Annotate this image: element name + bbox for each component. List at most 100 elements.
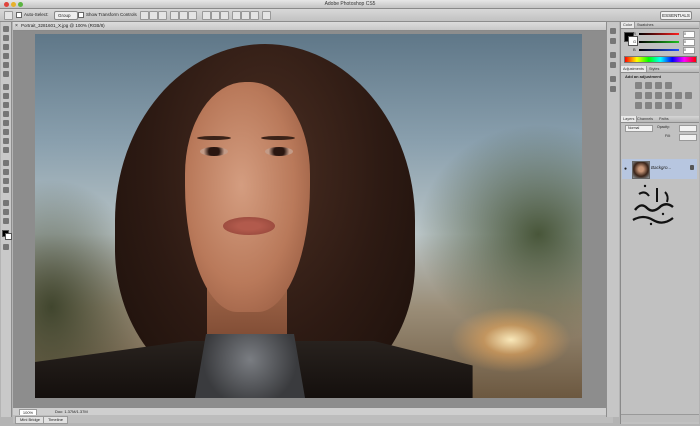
layer-lock-icon: [690, 165, 694, 170]
align-middle-icon[interactable]: [149, 11, 158, 20]
3d-rotate-tool-icon[interactable]: [3, 200, 9, 206]
distribute-bottom-icon[interactable]: [220, 11, 229, 20]
move-tool-preset-icon[interactable]: [4, 11, 13, 20]
shape-tool-icon[interactable]: [3, 187, 9, 193]
marquee-tool-icon[interactable]: [3, 35, 9, 41]
pen-tool-icon[interactable]: [3, 160, 9, 166]
auto-align-icon[interactable]: [262, 11, 271, 20]
document-tab-label: Portrait_3281601_X.jpg @ 100% (RGB/8): [21, 23, 105, 28]
channel-mixer-icon[interactable]: [685, 92, 692, 99]
tab-mini-bridge[interactable]: Mini Bridge: [15, 416, 46, 424]
green-channel-track[interactable]: [639, 41, 679, 43]
black-white-icon[interactable]: [665, 92, 672, 99]
fill-field[interactable]: [679, 134, 697, 141]
gradient-map-icon[interactable]: [665, 102, 672, 109]
blend-mode-dropdown[interactable]: Normal: [625, 125, 653, 132]
align-bottom-icon[interactable]: [158, 11, 167, 20]
brightness-contrast-icon[interactable]: [635, 82, 642, 89]
paragraph-panel-icon[interactable]: [610, 86, 616, 92]
red-channel-slider[interactable]: R 0: [633, 31, 695, 38]
character-panel-icon[interactable]: [610, 76, 616, 82]
tab-color[interactable]: Color: [621, 22, 636, 28]
visibility-eye-icon[interactable]: ●: [624, 166, 627, 172]
align-left-icon[interactable]: [170, 11, 179, 20]
adjustments-panel-header: Adjustments Styles: [621, 66, 699, 73]
distribute-center-icon[interactable]: [241, 11, 250, 20]
tab-channels[interactable]: Channels: [635, 116, 655, 122]
type-tool-icon[interactable]: [3, 169, 9, 175]
tab-adjustments[interactable]: Adjustments: [621, 66, 647, 72]
tab-swatches[interactable]: Swatches: [635, 22, 655, 28]
auto-select-dropdown[interactable]: Group: [54, 11, 78, 20]
tab-styles[interactable]: Styles: [647, 66, 661, 72]
clone-source-panel-icon[interactable]: [610, 62, 616, 68]
auto-select-checkbox[interactable]: Auto-Select:: [16, 12, 49, 18]
threshold-icon[interactable]: [655, 102, 662, 109]
blue-channel-label: B: [633, 47, 636, 52]
collapsed-panel-strip: [606, 22, 619, 417]
quick-mask-icon[interactable]: [3, 244, 9, 250]
clone-stamp-tool-icon[interactable]: [3, 102, 9, 108]
align-right-icon[interactable]: [188, 11, 197, 20]
dodge-tool-icon[interactable]: [3, 147, 9, 153]
crop-tool-icon[interactable]: [3, 62, 9, 68]
brush-panel-icon[interactable]: [610, 52, 616, 58]
close-tab-icon[interactable]: ×: [15, 23, 18, 29]
workspace-switcher[interactable]: ESSENTIALS: [660, 11, 692, 20]
lasso-tool-icon[interactable]: [3, 44, 9, 50]
red-channel-value[interactable]: 0: [683, 31, 695, 38]
red-channel-track[interactable]: [639, 33, 679, 35]
green-channel-label: G: [633, 39, 637, 44]
posterize-icon[interactable]: [645, 102, 652, 109]
eraser-tool-icon[interactable]: [3, 120, 9, 126]
color-spectrum-bar[interactable]: [624, 56, 697, 63]
levels-icon[interactable]: [645, 82, 652, 89]
curves-icon[interactable]: [655, 82, 662, 89]
gradient-tool-icon[interactable]: [3, 129, 9, 135]
distribute-middle-icon[interactable]: [211, 11, 220, 20]
layer-row-background[interactable]: ● Backgro...: [622, 159, 697, 179]
history-brush-tool-icon[interactable]: [3, 111, 9, 117]
move-tool-icon[interactable]: [3, 26, 9, 32]
exposure-icon[interactable]: [665, 82, 672, 89]
show-transform-check-icon[interactable]: [78, 12, 84, 18]
opacity-field[interactable]: [679, 125, 697, 132]
tab-paths[interactable]: Paths: [657, 116, 671, 122]
zoom-tool-icon[interactable]: [3, 218, 9, 224]
background-color-swatch[interactable]: [5, 233, 12, 240]
hue-saturation-icon[interactable]: [645, 92, 652, 99]
vibrance-icon[interactable]: [635, 92, 642, 99]
green-channel-value[interactable]: 0: [683, 39, 695, 46]
show-transform-checkbox[interactable]: Show Transform Controls: [78, 12, 137, 18]
photo-filter-icon[interactable]: [675, 92, 682, 99]
quick-select-tool-icon[interactable]: [3, 53, 9, 59]
auto-select-check-icon[interactable]: [16, 12, 22, 18]
document-canvas-image[interactable]: [35, 34, 582, 398]
document-tab[interactable]: × Portrait_3281601_X.jpg @ 100% (RGB/8): [13, 22, 613, 31]
history-panel-icon[interactable]: [610, 28, 616, 34]
path-select-tool-icon[interactable]: [3, 178, 9, 184]
blur-tool-icon[interactable]: [3, 138, 9, 144]
spot-healing-tool-icon[interactable]: [3, 84, 9, 90]
blue-channel-track[interactable]: [639, 49, 679, 51]
selective-color-icon[interactable]: [675, 102, 682, 109]
distribute-right-icon[interactable]: [250, 11, 259, 20]
photo-right-eye: [265, 147, 293, 156]
invert-icon[interactable]: [635, 102, 642, 109]
document-size-info[interactable]: Doc: 1.37M/1.37M: [55, 409, 88, 414]
distribute-left-icon[interactable]: [232, 11, 241, 20]
tab-timeline[interactable]: Timeline: [43, 416, 68, 424]
align-top-icon[interactable]: [140, 11, 149, 20]
hand-tool-icon[interactable]: [3, 209, 9, 215]
brush-tool-icon[interactable]: [3, 93, 9, 99]
eyedropper-tool-icon[interactable]: [3, 71, 9, 77]
blue-channel-value[interactable]: 0: [683, 47, 695, 54]
layer-name[interactable]: Backgro...: [651, 165, 671, 170]
green-channel-slider[interactable]: G 0: [633, 39, 695, 46]
photo-coat: [35, 341, 473, 398]
blue-channel-slider[interactable]: B 0: [633, 47, 695, 54]
distribute-top-icon[interactable]: [202, 11, 211, 20]
align-center-icon[interactable]: [179, 11, 188, 20]
actions-panel-icon[interactable]: [610, 38, 616, 44]
color-balance-icon[interactable]: [655, 92, 662, 99]
